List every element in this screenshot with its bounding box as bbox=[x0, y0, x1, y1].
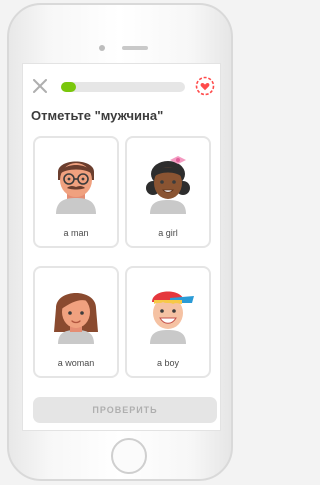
option-label: a boy bbox=[156, 358, 180, 368]
page-title: Отметьте "мужчина" bbox=[31, 108, 164, 123]
heart-icon[interactable] bbox=[195, 76, 215, 96]
speaker-slot bbox=[122, 46, 148, 50]
option-label: a woman bbox=[57, 358, 95, 368]
close-icon[interactable] bbox=[33, 79, 47, 93]
progress-bar bbox=[61, 82, 185, 92]
option-label: a man bbox=[63, 228, 89, 238]
option-card-woman[interactable]: a woman bbox=[33, 266, 119, 378]
app-screen: Отметьте "мужчина" a man a girl a woman … bbox=[22, 63, 221, 431]
front-camera bbox=[99, 45, 105, 51]
boy-avatar-icon bbox=[150, 291, 194, 344]
home-button[interactable] bbox=[111, 438, 147, 474]
woman-avatar-icon bbox=[54, 293, 98, 344]
option-card-girl[interactable]: a girl bbox=[125, 136, 211, 248]
option-card-man[interactable]: a man bbox=[33, 136, 119, 248]
girl-avatar-icon bbox=[146, 156, 190, 214]
progress-bar-fill bbox=[61, 82, 76, 92]
man-avatar-icon bbox=[56, 161, 96, 214]
option-label: a girl bbox=[158, 228, 178, 238]
check-button[interactable]: ПРОВЕРИТЬ bbox=[33, 397, 217, 423]
option-card-boy[interactable]: a boy bbox=[125, 266, 211, 378]
